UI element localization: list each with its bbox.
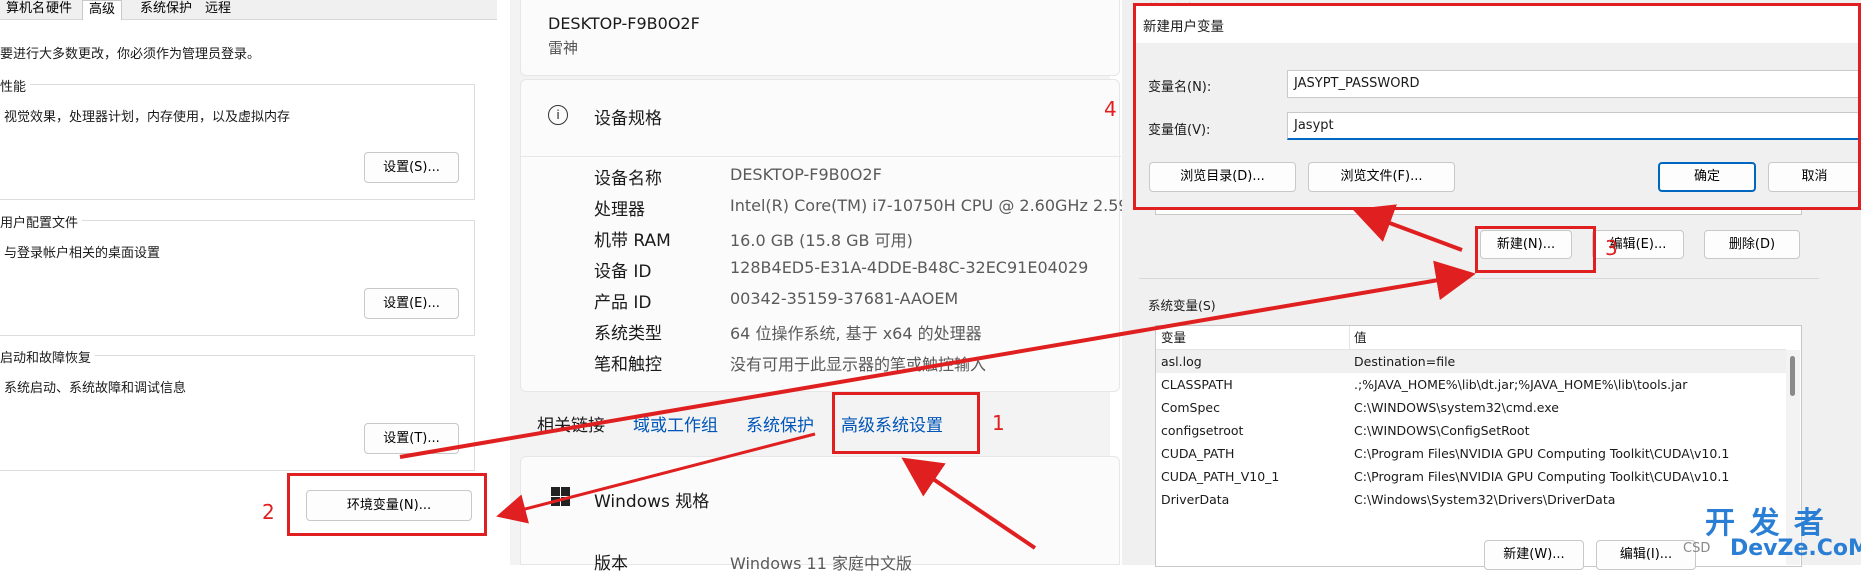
arrow-to-new-dialog bbox=[1352, 204, 1463, 252]
watermark-domain: DevZe.CoM bbox=[1730, 536, 1861, 561]
arrow-to-new-button bbox=[399, 260, 1476, 459]
arrow-to-advanced-link bbox=[901, 457, 1037, 550]
arrow-to-env-button bbox=[496, 432, 816, 524]
annotation-arrows bbox=[399, 204, 1476, 550]
watermark-csdn: CSD bbox=[1683, 541, 1711, 556]
